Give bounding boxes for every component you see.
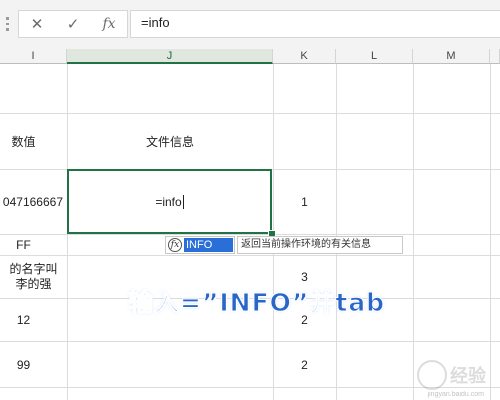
watermark-text: 经验 <box>450 366 486 387</box>
cell-i2[interactable]: 数值 <box>0 114 47 169</box>
insert-function-icon[interactable]: fx <box>91 11 127 37</box>
function-autocomplete: fx INFO <box>165 236 235 254</box>
active-cell-text: =info <box>155 194 182 209</box>
column-header-k[interactable]: K <box>273 49 336 64</box>
formula-bar: ✕ ✓ fx =info <box>0 0 500 50</box>
cell-j2[interactable]: 文件信息 <box>67 114 273 169</box>
formula-input-text: =info <box>141 15 170 30</box>
grid-line <box>0 341 500 342</box>
cell-k3[interactable]: 1 <box>273 170 336 234</box>
enter-icon[interactable]: ✓ <box>55 11 91 37</box>
cell-i3[interactable]: 047166667 <box>0 170 67 234</box>
watermark: 经验 <box>417 360 486 390</box>
grid-line <box>336 64 337 400</box>
column-header-m[interactable]: M <box>413 49 490 64</box>
grid-line <box>0 234 500 235</box>
grid-line <box>0 255 500 256</box>
watermark-url: jingyan.baidu.com <box>427 391 484 398</box>
text-caret <box>182 194 184 209</box>
column-header-next[interactable] <box>490 49 500 64</box>
cell-i4[interactable]: FF <box>0 235 47 255</box>
grid-line <box>490 64 491 400</box>
cell-i5[interactable]: 的名字叫 李的强 <box>0 256 67 298</box>
cell-k7[interactable]: 2 <box>273 342 336 387</box>
autocomplete-item-info[interactable]: INFO <box>184 238 233 252</box>
formula-input[interactable]: =info <box>130 10 500 38</box>
column-header-i[interactable]: I <box>0 49 67 64</box>
baidu-paw-icon <box>417 360 447 390</box>
column-header-j[interactable]: J <box>67 49 273 64</box>
cell-i7[interactable]: 99 <box>0 342 47 387</box>
active-cell-j3[interactable]: =info <box>67 169 272 234</box>
formula-bar-grip-icon[interactable] <box>6 17 9 32</box>
instruction-caption: 输入=”INFO”并tab <box>127 288 386 318</box>
function-icon: fx <box>168 238 182 252</box>
formula-bar-buttons: ✕ ✓ fx <box>18 10 128 38</box>
function-tooltip: 返回当前操作环境的有关信息 <box>237 236 403 254</box>
grid-line <box>413 64 414 400</box>
column-header-l[interactable]: L <box>336 49 413 64</box>
cell-i6[interactable]: 12 <box>0 299 47 341</box>
cancel-icon[interactable]: ✕ <box>19 11 55 37</box>
active-cell-content: =info <box>69 171 270 232</box>
